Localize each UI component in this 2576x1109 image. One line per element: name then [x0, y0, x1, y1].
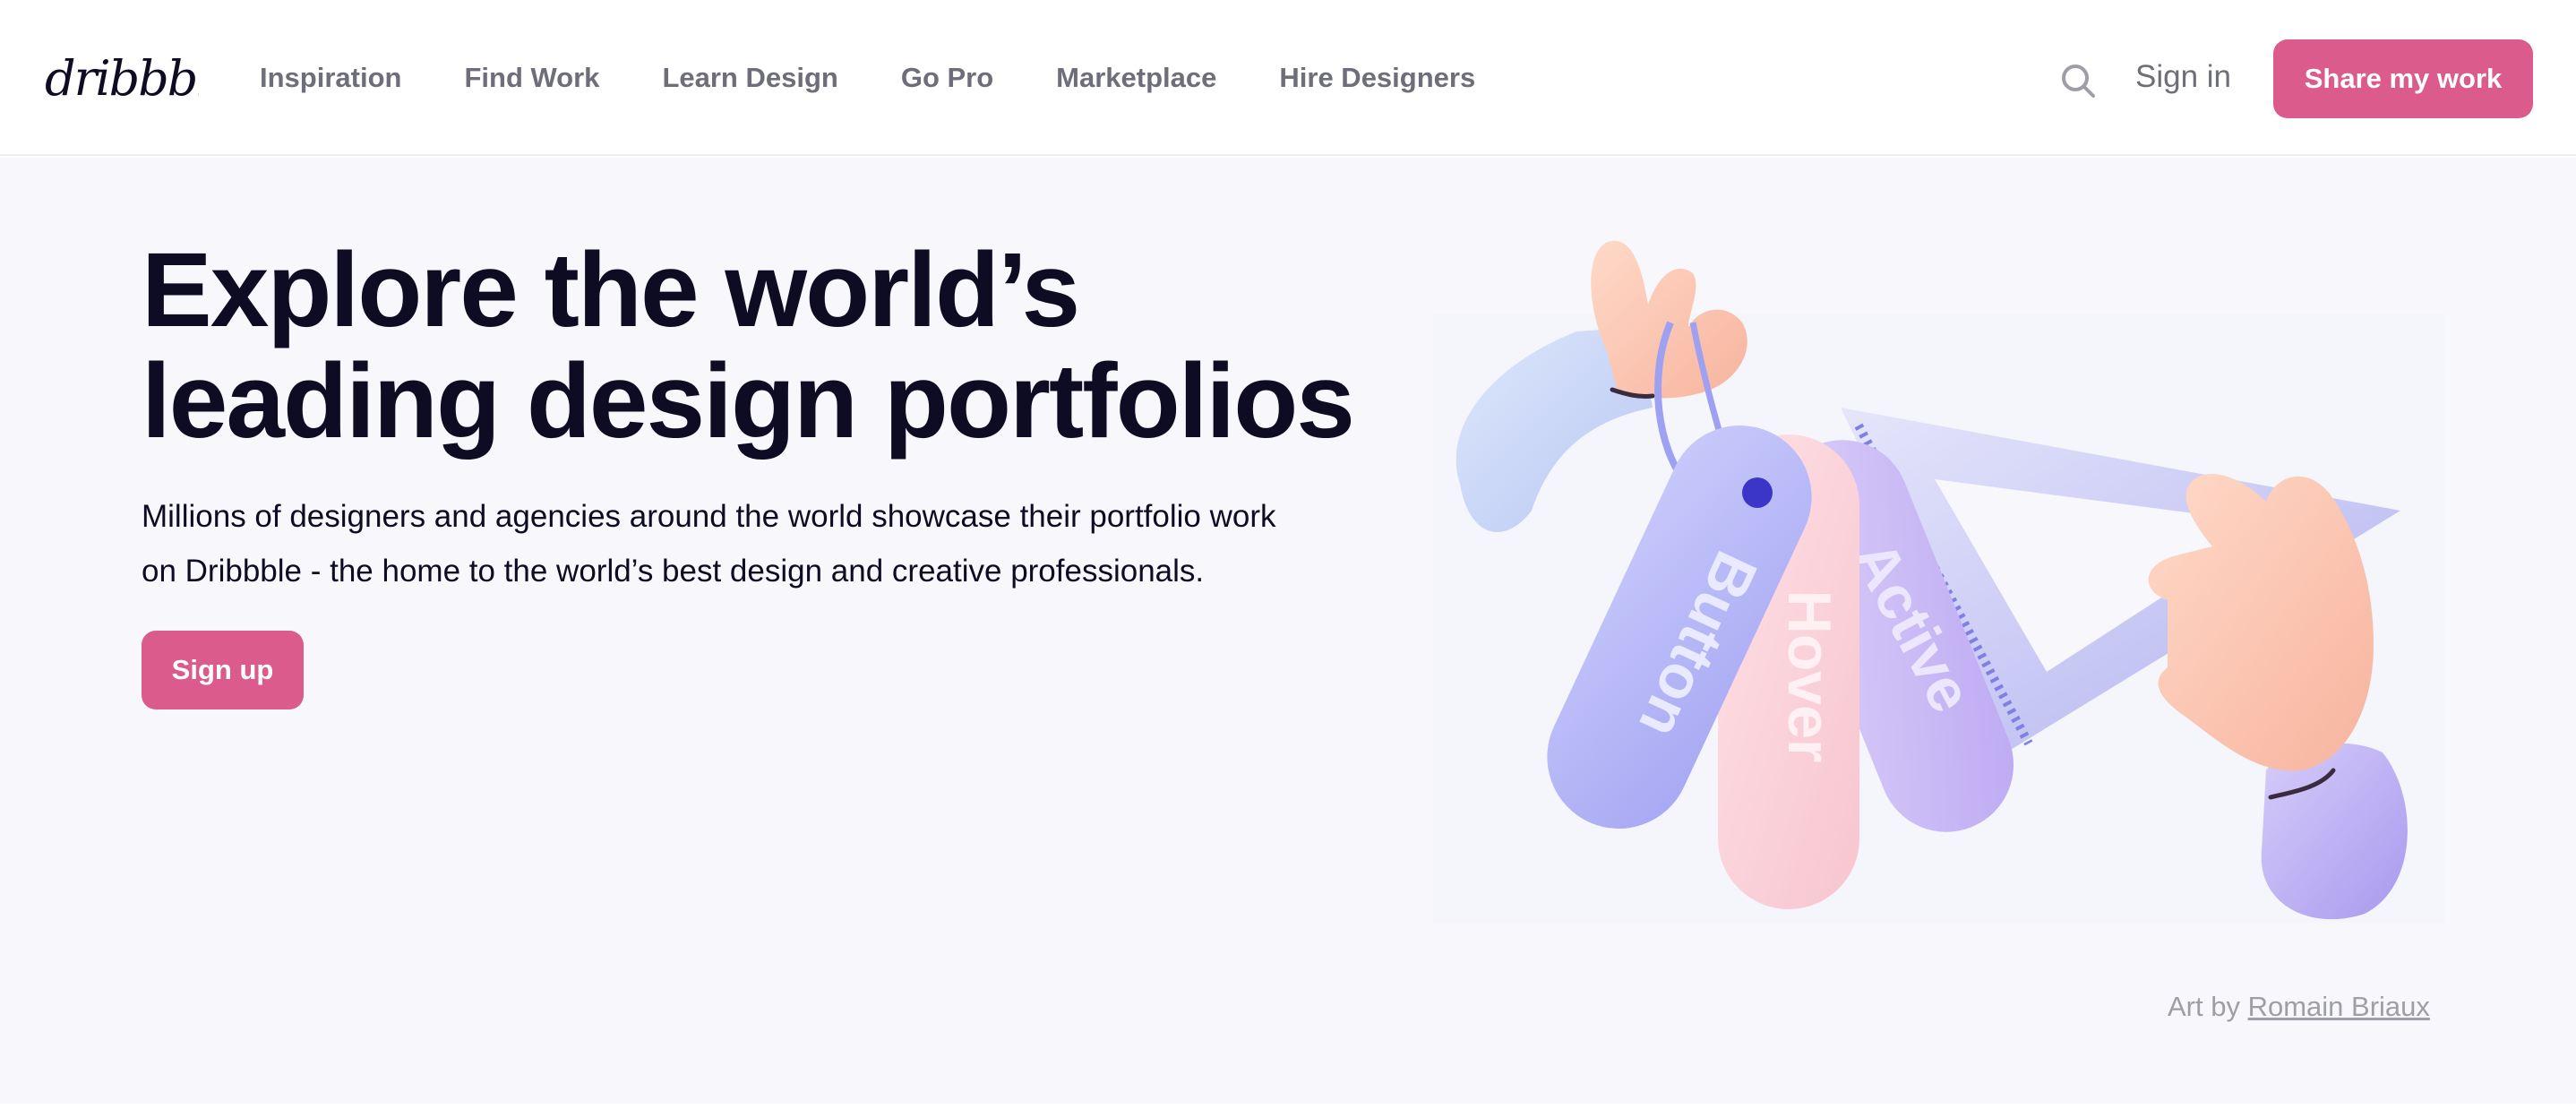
- tag-hover-label: Hover: [1775, 590, 1843, 763]
- sign-up-button[interactable]: Sign up: [142, 631, 304, 709]
- hero-description: Millions of designers and agencies aroun…: [142, 489, 1431, 598]
- search-icon[interactable]: [2060, 63, 2096, 99]
- hero-illustration: Active Hover Button: [1433, 240, 2445, 923]
- site-header: dribbble dribbble Inspiration Find Work …: [0, 0, 2576, 156]
- share-my-work-button[interactable]: Share my work: [2273, 39, 2533, 118]
- main-nav: Inspiration Find Work Learn Design Go Pr…: [260, 0, 1538, 156]
- art-credit-prefix: Art by: [2168, 991, 2240, 1022]
- nav-find-work[interactable]: Find Work: [464, 62, 599, 94]
- nav-go-pro[interactable]: Go Pro: [901, 62, 993, 94]
- art-credit: Art by Romain Briaux: [2168, 991, 2430, 1023]
- hero-title-line: Explore the world’s: [142, 231, 1080, 349]
- nav-inspiration[interactable]: Inspiration: [260, 62, 401, 94]
- sign-in-link[interactable]: Sign in: [2135, 59, 2231, 95]
- art-credit-author-link[interactable]: Romain Briaux: [2248, 991, 2430, 1022]
- hero-description-line: on Dribbble - the home to the world’s be…: [142, 554, 1205, 589]
- nav-learn-design[interactable]: Learn Design: [662, 62, 837, 94]
- hero-title-line: leading design portfolios: [142, 342, 1355, 460]
- section-divider: [0, 1104, 2576, 1109]
- nav-hire-designers[interactable]: Hire Designers: [1279, 62, 1475, 94]
- hero-title: Explore the world’s leading design portf…: [142, 235, 1413, 457]
- hero-description-line: Millions of designers and agencies aroun…: [142, 499, 1276, 534]
- nav-marketplace[interactable]: Marketplace: [1056, 62, 1216, 94]
